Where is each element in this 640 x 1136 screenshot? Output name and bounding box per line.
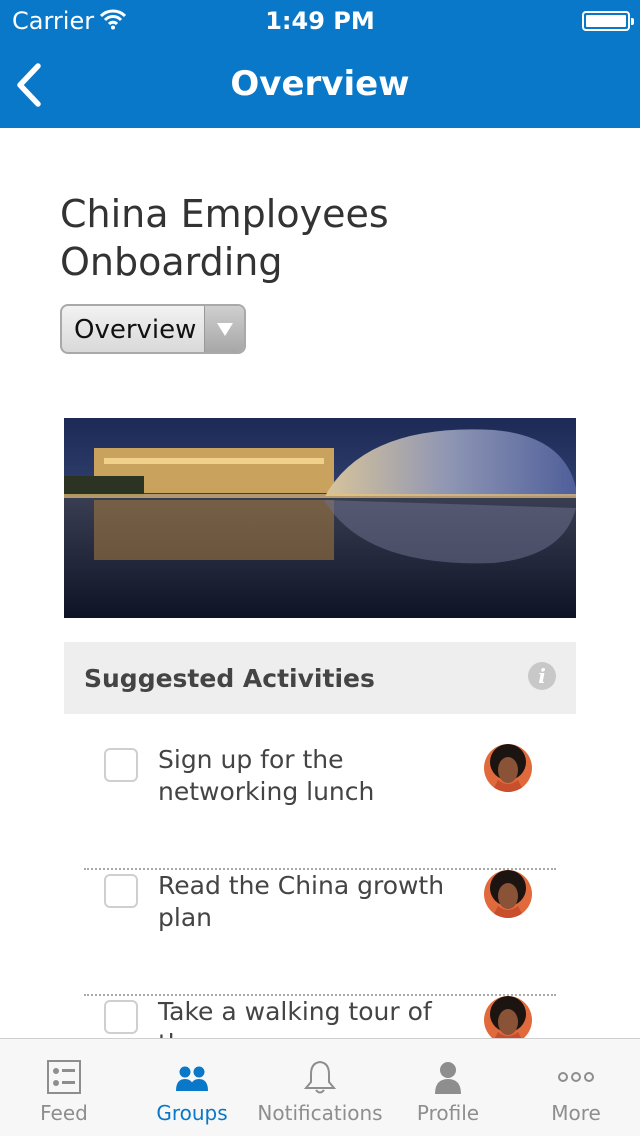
activity-label[interactable]: Read the China growth plan — [158, 870, 478, 934]
groups-icon — [176, 1066, 208, 1091]
avatar[interactable] — [484, 870, 532, 918]
activity-label[interactable]: Sign up for the networking lunch — [158, 744, 478, 808]
bell-icon — [303, 1060, 337, 1094]
tab-profile[interactable]: Profile — [384, 1039, 512, 1136]
tab-notifications-label: Notifications — [257, 1101, 383, 1125]
feed-icon — [47, 1060, 81, 1094]
battery-icon — [582, 11, 634, 31]
tab-more[interactable]: More — [512, 1039, 640, 1136]
view-selector-dropdown[interactable]: Overview — [60, 304, 246, 354]
activity-item: Read the China growth plan — [84, 870, 556, 996]
tab-bar: Feed Groups Notifications Profile More — [0, 1038, 640, 1136]
group-title: China Employees Onboarding — [60, 192, 389, 284]
suggested-activities-title: Suggested Activities — [84, 664, 375, 693]
tab-feed[interactable]: Feed — [0, 1039, 128, 1136]
activity-item: Sign up for the networking lunch — [84, 744, 556, 870]
tab-feed-label: Feed — [40, 1101, 88, 1125]
info-icon[interactable]: i — [528, 662, 556, 690]
chevron-down-icon — [204, 306, 244, 352]
status-time: 1:49 PM — [265, 7, 375, 35]
tab-groups[interactable]: Groups — [128, 1039, 256, 1136]
activity-checkbox[interactable] — [104, 874, 138, 908]
activity-checkbox[interactable] — [104, 748, 138, 782]
tab-notifications[interactable]: Notifications — [256, 1039, 384, 1136]
view-selector-value: Overview — [74, 315, 197, 345]
avatar[interactable] — [484, 996, 532, 1044]
tab-profile-label: Profile — [416, 1101, 480, 1125]
navigation-bar: Carrier 1:49 PM Overview — [0, 0, 640, 128]
more-icon — [558, 1072, 594, 1082]
tab-groups-label: Groups — [156, 1101, 228, 1125]
tab-more-label: More — [551, 1101, 601, 1125]
page-title: Overview — [230, 64, 410, 104]
status-bar: Carrier 1:49 PM — [0, 0, 640, 40]
avatar[interactable] — [484, 744, 532, 792]
suggested-activities-header: Suggested Activities i — [64, 642, 576, 714]
profile-icon — [435, 1062, 461, 1094]
group-banner-image — [64, 418, 576, 618]
activity-checkbox[interactable] — [104, 1000, 138, 1034]
